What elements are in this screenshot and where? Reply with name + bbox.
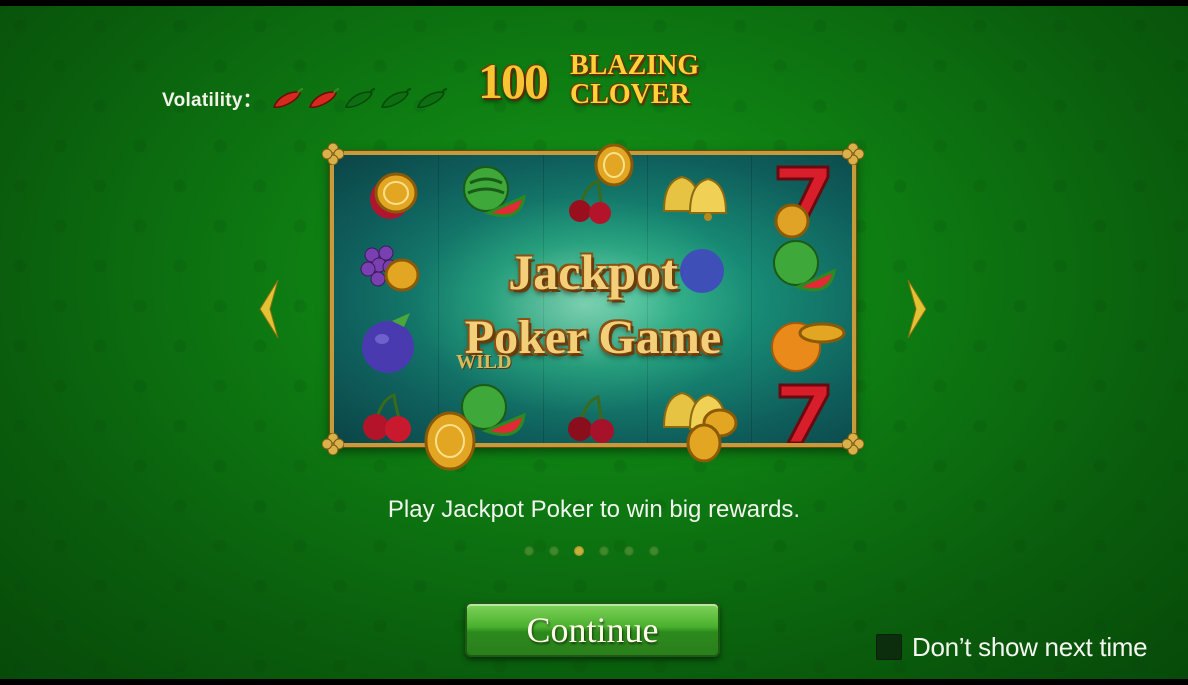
slide-headline-line-2: Poker Game — [464, 311, 722, 364]
logo-number: 100 — [478, 53, 549, 109]
dont-show-option[interactable]: Don’t show next time — [876, 631, 1148, 662]
pagination-dot[interactable] — [624, 546, 634, 556]
coin-icon — [370, 172, 418, 219]
volatility-label: Volatility： — [162, 89, 263, 111]
volatility-indicator: Volatility： — [162, 84, 448, 112]
clover-corner-icon — [322, 143, 344, 165]
volatility-peppers — [272, 87, 448, 109]
seven-icon — [778, 383, 830, 443]
bell-icon — [662, 175, 728, 221]
clover-corner-icon — [842, 143, 864, 165]
cherry-icon — [363, 393, 411, 442]
pagination-dot[interactable] — [599, 546, 609, 556]
game-intro-screen: Volatility： 100 BLAZING CLOVER Jackpot P… — [0, 6, 1188, 679]
pagination-dot[interactable] — [649, 546, 659, 556]
chevron-right-icon — [907, 279, 927, 339]
coin-icon — [424, 411, 476, 471]
pagination-dot[interactable] — [574, 546, 584, 556]
prev-slide-button[interactable] — [256, 278, 280, 340]
dont-show-label: Don’t show next time — [912, 631, 1148, 662]
chili-pepper-icon — [309, 88, 340, 108]
chili-pepper-icon — [345, 88, 376, 108]
coin-icon — [594, 143, 634, 187]
coin-icon — [686, 423, 722, 463]
dont-show-checkbox[interactable] — [876, 634, 902, 660]
continue-button[interactable]: Continue — [465, 602, 720, 657]
clover-corner-icon — [322, 433, 344, 455]
cherry-icon — [568, 395, 614, 443]
wild-label: WILD — [456, 351, 512, 373]
next-slide-button[interactable] — [906, 278, 930, 340]
slide-headline-line-1: Jackpot — [508, 244, 678, 300]
clover-corner-icon — [842, 433, 864, 455]
slide-caption: Play Jackpot Poker to win big rewards. — [387, 496, 801, 523]
continue-button-label: Continue — [526, 609, 659, 650]
game-logo: 100 BLAZING CLOVER — [478, 50, 718, 116]
slide-image: Jackpot Poker Game WILD — [322, 143, 864, 471]
reel-area: Jackpot Poker Game WILD — [334, 155, 852, 443]
pagination-dots — [524, 546, 659, 556]
pagination-dot[interactable] — [524, 546, 534, 556]
chevron-left-icon — [259, 279, 279, 339]
seven-icon — [774, 165, 830, 239]
chili-pepper-icon — [381, 88, 412, 108]
chili-pepper-icon — [273, 88, 304, 108]
watermelon-icon — [463, 166, 526, 218]
pagination-dot[interactable] — [549, 546, 559, 556]
logo-line-2: CLOVER — [570, 79, 690, 110]
logo-line-1: BLAZING — [570, 50, 700, 81]
chili-pepper-icon — [417, 88, 448, 108]
